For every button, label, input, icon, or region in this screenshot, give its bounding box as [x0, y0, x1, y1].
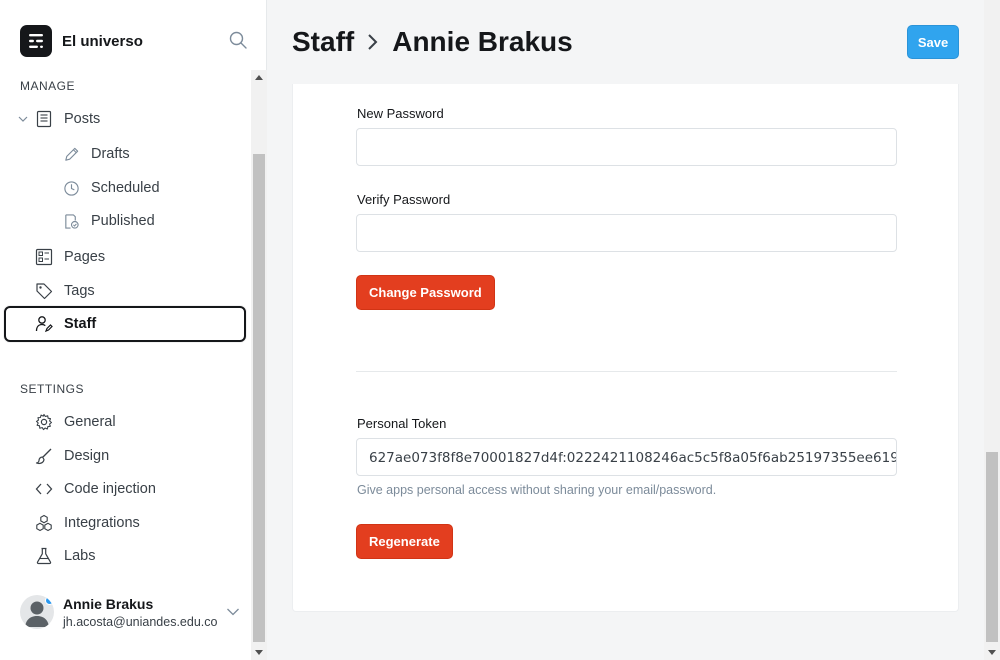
token-help-text: Give apps personal access without sharin… — [357, 483, 717, 497]
sidebar-item-drafts[interactable]: Drafts — [4, 137, 246, 171]
sidebar-item-label: Tags — [64, 283, 95, 299]
sidebar-item-label: Code injection — [64, 481, 156, 497]
sidebar-item-general[interactable]: General — [4, 405, 246, 439]
sidebar-item-published[interactable]: Published — [4, 204, 246, 238]
sidebar-item-label: Labs — [64, 548, 96, 564]
tag-icon — [34, 281, 54, 301]
personal-token-field[interactable]: 627ae073f8f8e70001827d4f:0222421108246ac… — [356, 438, 897, 476]
brush-icon — [34, 446, 54, 466]
user-email: jh.acosta@uniandes.edu.co — [63, 614, 218, 629]
flask-icon — [34, 546, 54, 566]
scroll-up-arrow-icon[interactable] — [255, 75, 263, 80]
published-icon — [61, 211, 81, 231]
sidebar-item-design[interactable]: Design — [4, 439, 246, 473]
staff-settings-card: New Password Verify Password Change Pass… — [292, 84, 959, 612]
sidebar: El universo MANAGE Posts Drafts Schedule… — [0, 0, 267, 660]
sidebar-item-label: Posts — [64, 111, 101, 127]
sidebar-item-label: General — [64, 414, 116, 430]
brand: El universo — [20, 24, 250, 58]
user-name: Annie Brakus — [63, 595, 154, 612]
sidebar-item-label: Published — [91, 213, 155, 229]
sidebar-item-label: Pages — [64, 249, 106, 265]
sidebar-item-code-injection[interactable]: Code injection — [4, 472, 246, 506]
personal-token-label: Personal Token — [357, 416, 447, 431]
new-password-label: New Password — [357, 106, 444, 121]
clock-icon — [61, 178, 81, 198]
search-icon[interactable] — [228, 30, 250, 52]
sidebar-item-scheduled[interactable]: Scheduled — [4, 171, 246, 205]
chevron-right-icon — [366, 32, 380, 52]
sidebar-item-posts[interactable]: Posts — [4, 102, 246, 136]
sidebar-nav: MANAGE Posts Drafts Scheduled Published … — [0, 70, 252, 660]
verify-password-input[interactable] — [356, 214, 897, 252]
page-header: Staff Annie Brakus Save — [292, 22, 959, 62]
ghost-logo-icon[interactable] — [20, 25, 52, 57]
sidebar-item-label: Design — [64, 448, 110, 464]
code-icon — [34, 479, 54, 499]
main-scrollbar[interactable] — [984, 0, 1000, 660]
divider — [356, 371, 897, 372]
gear-icon — [34, 412, 54, 432]
sidebar-scrollbar[interactable] — [251, 70, 267, 660]
sidebar-item-label: Drafts — [91, 146, 130, 162]
verify-password-label: Verify Password — [357, 192, 451, 207]
chevron-down-icon[interactable] — [226, 604, 240, 622]
breadcrumb-parent-link[interactable]: Staff — [292, 26, 354, 58]
regenerate-button[interactable]: Regenerate — [356, 524, 453, 559]
sidebar-item-staff[interactable]: Staff — [4, 306, 246, 342]
scroll-down-arrow-icon[interactable] — [255, 650, 263, 655]
scroll-down-arrow-icon[interactable] — [988, 650, 996, 655]
pencil-icon — [61, 144, 81, 164]
user-menu[interactable]: Annie Brakus jh.acosta@uniandes.edu.co — [20, 590, 250, 634]
avatar[interactable] — [20, 595, 54, 629]
sidebar-item-label: Integrations — [64, 515, 140, 531]
settings-section-title: SETTINGS — [20, 382, 85, 396]
save-button[interactable]: Save — [907, 25, 959, 59]
posts-icon — [34, 109, 54, 129]
breadcrumb: Staff Annie Brakus — [292, 22, 959, 62]
scrollbar-thumb[interactable] — [986, 452, 998, 642]
status-dot — [45, 596, 54, 605]
change-password-button[interactable]: Change Password — [356, 275, 495, 310]
sidebar-item-labs[interactable]: Labs — [4, 539, 246, 573]
page-title: Annie Brakus — [392, 26, 573, 57]
sidebar-item-pages[interactable]: Pages — [4, 240, 246, 274]
sidebar-item-integrations[interactable]: Integrations — [4, 506, 246, 540]
sidebar-item-tags[interactable]: Tags — [4, 274, 246, 308]
sidebar-item-label: Scheduled — [91, 180, 160, 196]
scrollbar-thumb[interactable] — [253, 154, 265, 642]
new-password-input[interactable] — [356, 128, 897, 166]
integrations-icon — [34, 513, 54, 533]
sidebar-item-label: Staff — [64, 316, 97, 332]
chevron-down-icon[interactable] — [18, 114, 32, 124]
pages-icon — [34, 247, 54, 267]
manage-section-title: MANAGE — [20, 79, 76, 93]
site-name[interactable]: El universo — [62, 33, 143, 50]
staff-icon — [34, 314, 54, 334]
